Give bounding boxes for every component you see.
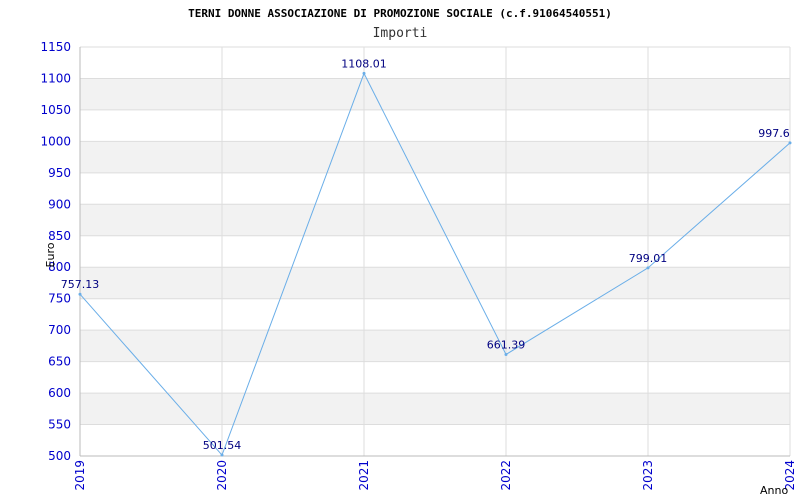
grid-band xyxy=(80,204,790,236)
chart-subtitle: Importi xyxy=(373,26,428,41)
x-tick-label: 2023 xyxy=(641,460,655,491)
x-tick-labels: 2019 2020 2021 2022 2023 2024 xyxy=(73,460,797,491)
plot-bands xyxy=(80,47,790,456)
y-axis-title: Euro xyxy=(44,242,57,267)
y-tick-label: 600 xyxy=(48,386,71,400)
y-tick-label: 850 xyxy=(48,229,71,243)
data-point xyxy=(646,266,650,270)
x-tick-label: 2021 xyxy=(357,460,371,491)
grid-band xyxy=(80,361,790,394)
data-point xyxy=(362,71,366,75)
grid-band xyxy=(80,47,790,79)
data-label: 661.39 xyxy=(487,338,526,351)
grid-band xyxy=(80,141,790,173)
x-tick-label: 2020 xyxy=(215,460,229,491)
data-label: 757.13 xyxy=(61,278,100,291)
y-tick-label: 650 xyxy=(48,355,71,369)
grid-band xyxy=(80,267,790,299)
grid-band xyxy=(80,424,790,456)
data-point xyxy=(78,292,82,296)
chart-title: TERNI DONNE ASSOCIAZIONE DI PROMOZIONE S… xyxy=(188,7,612,20)
data-point xyxy=(220,453,224,457)
grid-band xyxy=(80,298,790,331)
x-axis-title: Anno xyxy=(760,484,788,497)
grid-band xyxy=(80,172,790,205)
y-tick-label: 950 xyxy=(48,166,71,180)
grid-band xyxy=(80,78,790,110)
data-point xyxy=(504,352,508,356)
y-tick-label: 1000 xyxy=(40,134,71,148)
data-point xyxy=(788,141,792,145)
y-tick-label: 1050 xyxy=(40,103,71,117)
y-tick-label: 550 xyxy=(48,418,71,432)
y-tick-label: 700 xyxy=(48,323,71,337)
y-tick-label: 1150 xyxy=(40,40,71,54)
grid-band xyxy=(80,235,790,268)
x-tick-label: 2019 xyxy=(73,460,87,491)
line-chart: 5005506006507007508008509009501000105011… xyxy=(40,7,797,497)
data-label: 997.6 xyxy=(758,127,790,140)
y-tick-label: 750 xyxy=(48,292,71,306)
data-label: 1108.01 xyxy=(341,57,387,70)
y-tick-label: 1100 xyxy=(40,71,71,85)
y-tick-label: 900 xyxy=(48,197,71,211)
data-label: 501.54 xyxy=(203,439,242,452)
x-tick-label: 2022 xyxy=(499,460,513,491)
grid-band xyxy=(80,330,790,362)
grid-band xyxy=(80,393,790,425)
y-tick-label: 500 xyxy=(48,449,71,463)
data-label: 799.01 xyxy=(629,252,668,265)
grid-band xyxy=(80,109,790,142)
